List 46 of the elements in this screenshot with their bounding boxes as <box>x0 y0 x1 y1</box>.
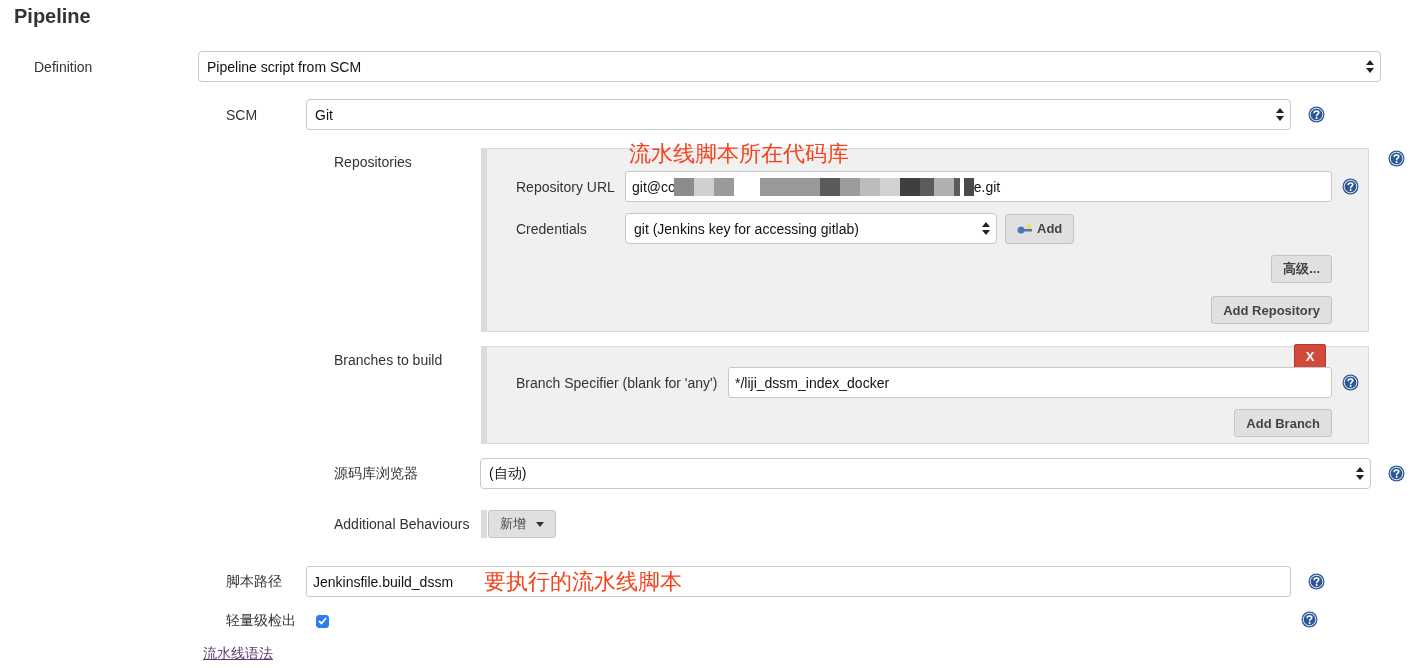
field-label: 轻量级检出 <box>226 612 297 630</box>
branch-specifier-field[interactable]: */liji_dssm_index_docker <box>728 367 1332 398</box>
lightweight-checkbox[interactable] <box>316 614 329 628</box>
definition-select[interactable]: Pipeline script from SCM <box>198 51 1381 82</box>
add-credentials-button[interactable]: Add <box>1005 213 1075 244</box>
caret-icon <box>536 521 544 527</box>
help-icon[interactable] <box>1342 374 1359 391</box>
section-title: Pipeline <box>13 4 92 29</box>
help-icon[interactable] <box>1308 573 1325 590</box>
field-label: Definition <box>34 58 94 75</box>
repository-url-field[interactable]: git@co e.git <box>625 171 1332 202</box>
add-repository-button[interactable]: Add Repository <box>1211 296 1332 324</box>
field-label: Additional Behaviours <box>334 516 471 532</box>
scm-select[interactable]: Git <box>306 99 1291 130</box>
url-text: git@co <box>632 178 676 195</box>
pipeline-syntax-link[interactable]: 流水线语法 <box>203 645 273 663</box>
field-label: 脚本路径 <box>226 572 283 591</box>
help-icon[interactable] <box>1308 106 1325 123</box>
browser-select[interactable]: (自动) <box>480 458 1371 489</box>
field-label: 源码库浏览器 <box>334 464 419 483</box>
updown-arrows-icon <box>1276 108 1284 121</box>
annotation-text: 流水线脚本所在代码库 <box>629 143 849 165</box>
field-label: Branch Specifier (blank for 'any') <box>516 374 719 391</box>
field-label: Repositories <box>334 154 413 170</box>
url-text: e.git <box>973 178 1001 195</box>
help-icon[interactable] <box>1388 465 1405 482</box>
key-icon <box>1017 223 1033 234</box>
help-icon[interactable] <box>1342 178 1359 195</box>
updown-arrows-icon <box>1366 60 1374 73</box>
field-label: Repository URL <box>516 178 616 195</box>
help-icon[interactable] <box>1388 150 1405 167</box>
credentials-select[interactable]: git (Jenkins key for accessing gitlab) <box>625 213 997 244</box>
field-label: Credentials <box>516 220 588 237</box>
field-label: SCM <box>226 106 259 123</box>
add-branch-button[interactable]: Add Branch <box>1234 409 1332 437</box>
help-icon[interactable] <box>1301 611 1318 628</box>
delete-button[interactable]: X <box>1294 344 1326 369</box>
updown-arrows-icon <box>1356 467 1364 480</box>
group-bar <box>481 510 487 538</box>
add-behaviour-button[interactable]: 新增 <box>488 510 556 538</box>
advanced-button[interactable]: 高级... <box>1271 255 1332 283</box>
script-path-field[interactable]: Jenkinsfile.build_dssm 要执行的流水线脚本 <box>306 566 1291 597</box>
field-label: Branches to build <box>334 352 444 368</box>
annotation-text: 要执行的流水线脚本 <box>484 571 682 593</box>
updown-arrows-icon <box>982 222 990 235</box>
script-path-text: Jenkinsfile.build_dssm <box>313 573 454 590</box>
